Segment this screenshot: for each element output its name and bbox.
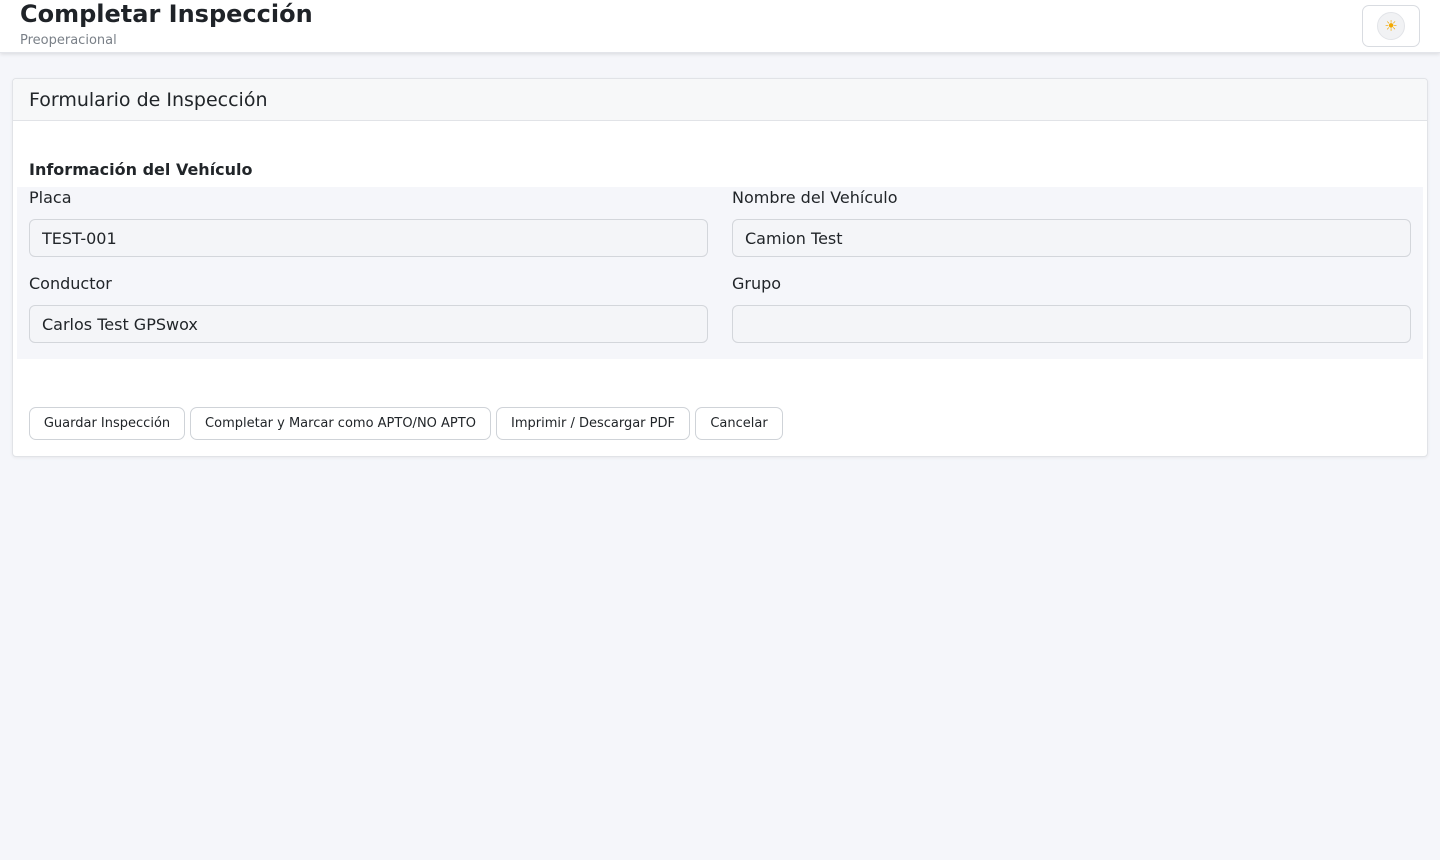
- sun-icon: ☀: [1377, 12, 1405, 40]
- sun-glyph: ☀: [1384, 16, 1398, 35]
- card-header: Formulario de Inspección: [13, 79, 1427, 121]
- inspection-form-card: Formulario de Inspección Información del…: [12, 78, 1428, 457]
- theme-toggle-button[interactable]: ☀: [1362, 5, 1420, 47]
- print-pdf-button[interactable]: Imprimir / Descargar PDF: [496, 407, 690, 440]
- nombre-vehiculo-label: Nombre del Vehículo: [732, 188, 898, 207]
- nombre-vehiculo-input[interactable]: [732, 219, 1411, 257]
- conductor-label: Conductor: [29, 274, 112, 293]
- conductor-input[interactable]: [29, 305, 708, 343]
- card-title: Formulario de Inspección: [29, 89, 268, 111]
- grupo-label: Grupo: [732, 274, 782, 293]
- grupo-input[interactable]: [732, 305, 1411, 343]
- vehicle-section-title: Información del Vehículo: [29, 160, 253, 179]
- complete-apto-button[interactable]: Completar y Marcar como APTO/NO APTO: [190, 407, 491, 440]
- placa-input[interactable]: [29, 219, 708, 257]
- save-inspection-button[interactable]: Guardar Inspección: [29, 407, 185, 440]
- page-subtitle: Preoperacional: [20, 33, 117, 48]
- cancel-button[interactable]: Cancelar: [695, 407, 783, 440]
- vehicle-info-panel: Placa Nombre del Vehículo Conductor Grup…: [17, 187, 1423, 359]
- top-bar: Completar Inspección Preoperacional ☀: [0, 0, 1440, 53]
- page-title: Completar Inspección: [20, 0, 313, 28]
- placa-label: Placa: [29, 188, 72, 207]
